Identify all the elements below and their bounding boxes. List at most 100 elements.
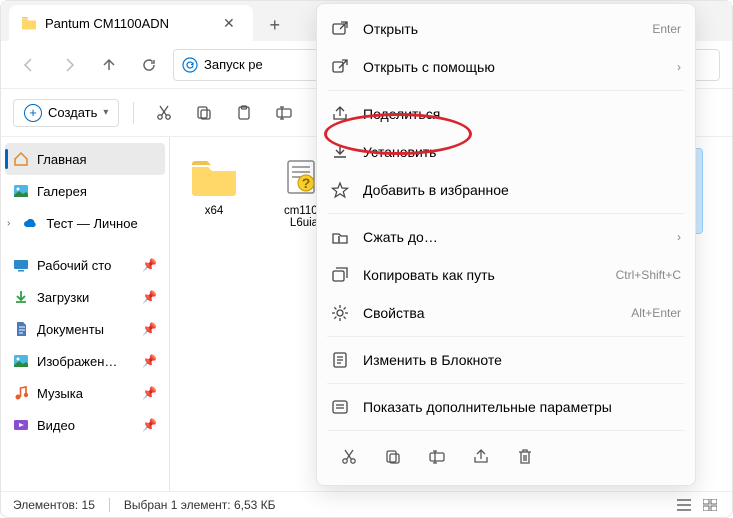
sidebar-group-test[interactable]: › Тест — Личное xyxy=(5,207,165,239)
ctx-label: Изменить в Блокноте xyxy=(363,352,502,368)
status-bar: Элементов: 15 Выбран 1 элемент: 6,53 КБ xyxy=(1,491,732,517)
view-icons-button[interactable] xyxy=(700,497,720,513)
separator xyxy=(133,102,134,124)
compress-icon xyxy=(331,228,349,246)
sidebar-item-music[interactable]: Музыка 📌 xyxy=(5,377,165,409)
separator xyxy=(327,336,685,337)
sidebar-item-gallery[interactable]: Галерея xyxy=(5,175,165,207)
sidebar-item-label: Тест — Личное xyxy=(46,216,137,231)
create-label: Создать xyxy=(48,105,97,120)
status-count: Элементов: 15 xyxy=(13,498,95,512)
separator xyxy=(327,213,685,214)
sidebar-item-desktop[interactable]: Рабочий сто 📌 xyxy=(5,249,165,281)
sidebar-item-pictures[interactable]: Изображен… 📌 xyxy=(5,345,165,377)
sidebar-item-home[interactable]: Главная xyxy=(5,143,165,175)
pin-icon: 📌 xyxy=(142,386,157,400)
ctx-open-with[interactable]: Открыть с помощью › xyxy=(317,48,695,86)
folder-icon xyxy=(21,15,37,31)
pin-icon: 📌 xyxy=(142,258,157,272)
sidebar-item-label: Документы xyxy=(37,322,104,337)
ctx-edit-notepad[interactable]: Изменить в Блокноте xyxy=(317,341,695,379)
folder-icon xyxy=(190,153,238,201)
delete-button[interactable] xyxy=(507,441,543,473)
separator xyxy=(109,498,110,512)
rename-button[interactable] xyxy=(419,441,455,473)
gear-icon xyxy=(331,304,349,322)
pin-icon: 📌 xyxy=(142,290,157,304)
paste-button[interactable] xyxy=(228,97,260,129)
chevron-right-icon: › xyxy=(677,60,681,74)
splitter[interactable] xyxy=(169,137,170,491)
cut-button[interactable] xyxy=(331,441,367,473)
share-icon xyxy=(331,105,349,123)
sidebar-item-label: Галерея xyxy=(37,184,87,199)
tab-close-button[interactable]: ✕ xyxy=(217,15,241,32)
svg-text:?: ? xyxy=(302,175,311,191)
ctx-label: Поделиться xyxy=(363,106,440,122)
pin-icon: 📌 xyxy=(142,322,157,336)
ctx-compress[interactable]: Сжать до… › xyxy=(317,218,695,256)
ctx-favorite[interactable]: Добавить в избранное xyxy=(317,171,695,209)
ctx-copy-path[interactable]: Копировать как путь Ctrl+Shift+C xyxy=(317,256,695,294)
nav-forward-button[interactable] xyxy=(53,49,85,81)
sidebar: Главная Галерея › Тест — Личное Рабочий … xyxy=(1,137,169,491)
share-button[interactable] xyxy=(463,441,499,473)
ctx-open[interactable]: Открыть Enter xyxy=(317,10,695,48)
ctx-action-row xyxy=(317,435,695,479)
sidebar-item-downloads[interactable]: Загрузки 📌 xyxy=(5,281,165,313)
status-selected: Выбран 1 элемент: 6,53 КБ xyxy=(124,498,276,512)
pin-icon: 📌 xyxy=(142,418,157,432)
videos-icon xyxy=(13,417,29,433)
sidebar-item-videos[interactable]: Видео 📌 xyxy=(5,409,165,441)
ctx-shortcut: Alt+Enter xyxy=(631,306,681,320)
nav-refresh-button[interactable] xyxy=(133,49,165,81)
ctx-install[interactable]: Установить xyxy=(317,133,695,171)
chevron-right-icon: › xyxy=(7,218,10,229)
ctx-label: Открыть с помощью xyxy=(363,59,495,75)
view-details-button[interactable] xyxy=(674,497,694,513)
star-icon xyxy=(331,181,349,199)
rename-button[interactable] xyxy=(268,97,300,129)
chevron-down-icon: ▾ xyxy=(103,107,108,118)
sidebar-item-documents[interactable]: Документы 📌 xyxy=(5,313,165,345)
notepad-icon xyxy=(331,351,349,369)
tab-add-button[interactable]: + xyxy=(259,9,291,41)
plus-icon: + xyxy=(24,104,42,122)
create-button[interactable]: + Создать ▾ xyxy=(13,99,119,127)
ctx-label: Установить xyxy=(363,144,436,160)
ctx-shortcut: Ctrl+Shift+C xyxy=(616,268,681,282)
downloads-icon xyxy=(13,289,29,305)
ctx-label: Открыть xyxy=(363,21,418,37)
tab-active[interactable]: Pantum CM1100ADN ✕ xyxy=(9,5,253,41)
cut-button[interactable] xyxy=(148,97,180,129)
copy-button[interactable] xyxy=(188,97,220,129)
sidebar-item-label: Музыка xyxy=(37,386,83,401)
install-icon xyxy=(331,143,349,161)
ctx-label: Сжать до… xyxy=(363,229,438,245)
sidebar-item-label: Загрузки xyxy=(37,290,89,305)
more-icon xyxy=(331,398,349,416)
open-icon xyxy=(331,20,349,38)
sidebar-item-label: Видео xyxy=(37,418,75,433)
chevron-right-icon: › xyxy=(677,230,681,244)
desktop-icon xyxy=(13,257,29,273)
sidebar-item-label: Изображен… xyxy=(37,354,117,369)
copy-path-icon xyxy=(331,266,349,284)
tab-title: Pantum CM1100ADN xyxy=(45,16,169,31)
copy-button[interactable] xyxy=(375,441,411,473)
ctx-share[interactable]: Поделиться xyxy=(317,95,695,133)
ctx-label: Свойства xyxy=(363,305,424,321)
ctx-properties[interactable]: Свойства Alt+Enter xyxy=(317,294,695,332)
ctx-more-options[interactable]: Показать дополнительные параметры xyxy=(317,388,695,426)
documents-icon xyxy=(13,321,29,337)
music-icon xyxy=(13,385,29,401)
cloud-icon xyxy=(22,215,38,231)
file-item-folder[interactable]: x64 xyxy=(176,149,252,233)
nav-back-button[interactable] xyxy=(13,49,45,81)
pictures-icon xyxy=(13,353,29,369)
ctx-label: Добавить в избранное xyxy=(363,182,509,198)
nav-up-button[interactable] xyxy=(93,49,125,81)
file-label: x64 xyxy=(205,205,224,217)
ctx-label: Показать дополнительные параметры xyxy=(363,399,612,415)
address-text: Запуск ре xyxy=(204,57,263,72)
